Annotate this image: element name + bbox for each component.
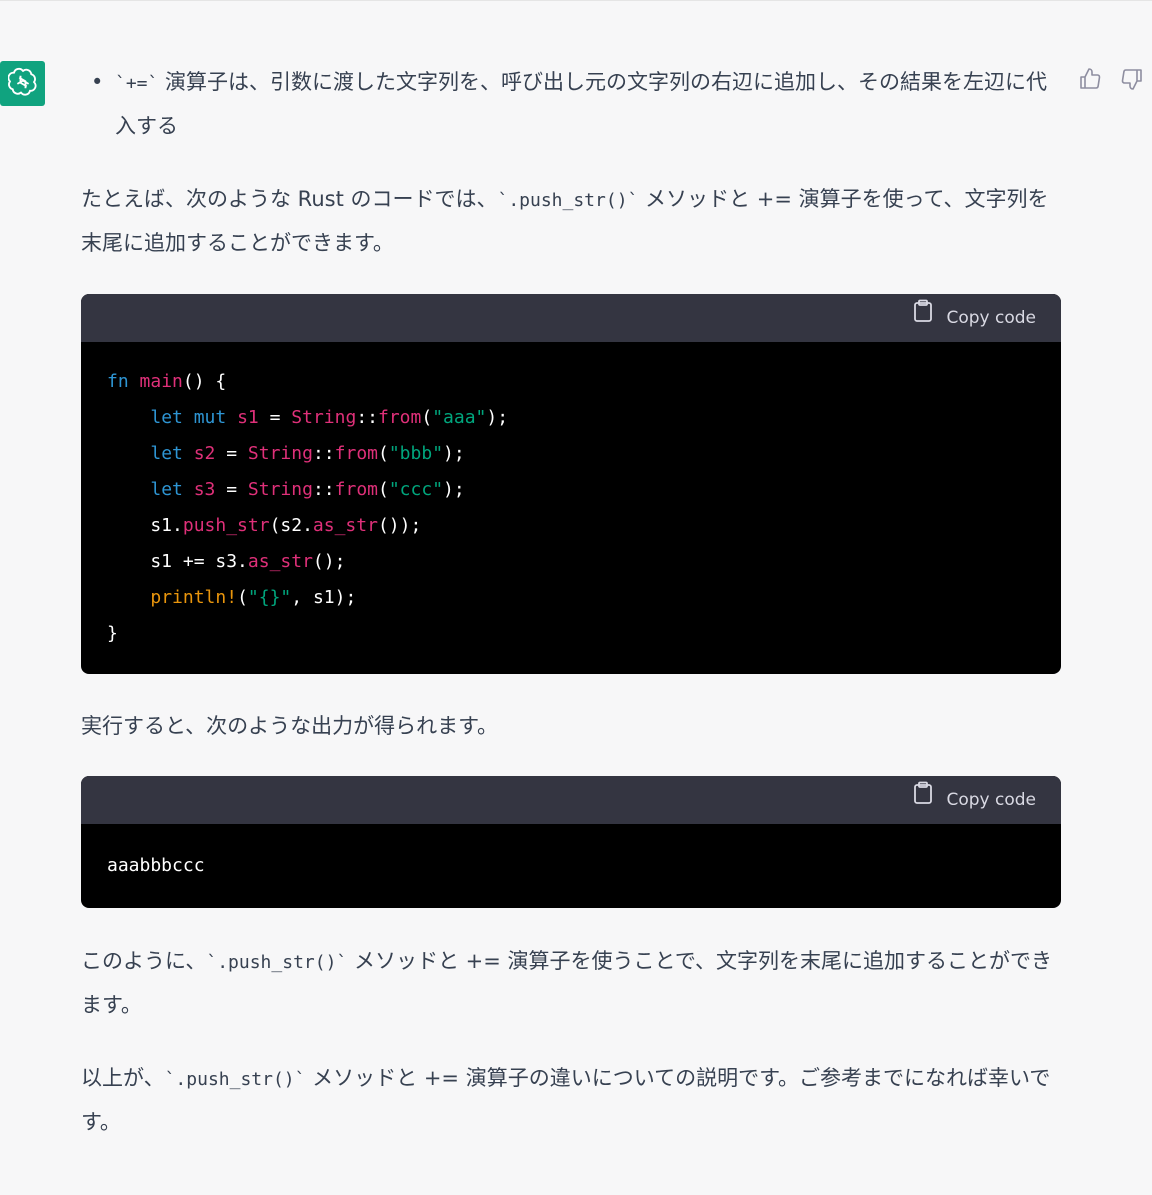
code-token: "bbb" [388, 443, 444, 464]
code-line: let s3 = String::from("ccc"); [107, 472, 1035, 508]
code-block-header: Copy code [81, 294, 1061, 342]
assistant-message: • `+=` 演算子は、引数に渡した文字列を、呼び出し元の文字列の右辺に追加し、… [81, 61, 1061, 1143]
code-line: s1.push_str(s2.as_str()); [107, 508, 1035, 544]
closing-paragraph: 以上が、`.push_str()` メソッドと += 演算子の違いについての説明… [81, 1057, 1061, 1143]
copy-code-label: Copy code [946, 790, 1036, 810]
feedback-buttons [1078, 65, 1144, 93]
code-token: s1 [237, 407, 259, 428]
code-token: String [291, 407, 357, 428]
thumbs-up-icon[interactable] [1078, 65, 1102, 93]
code-token: push_str [182, 515, 270, 536]
code-token: mut [193, 407, 227, 428]
assistant-avatar [0, 61, 45, 106]
list-item: • `+=` 演算子は、引数に渡した文字列を、呼び出し元の文字列の右辺に追加し、… [81, 61, 1061, 147]
intro-text-start: たとえば、次のような Rust のコードでは、 [81, 187, 498, 211]
code-token: = [215, 479, 248, 500]
code-token: (s2. [269, 515, 313, 536]
code-token: "{}" [247, 587, 292, 608]
copy-code-button[interactable]: Copy code [912, 779, 1036, 821]
code-token: ); [443, 479, 465, 500]
code-line: fn main() { [107, 364, 1035, 400]
chat-page: • `+=` 演算子は、引数に渡した文字列を、呼び出し元の文字列の右辺に追加し、… [0, 0, 1152, 1195]
code-token: } [107, 623, 118, 644]
thumbs-down-icon[interactable] [1120, 65, 1144, 93]
clipboard-icon [912, 779, 934, 821]
code-token: println! [150, 587, 238, 608]
inline-code: `.push_str()` [206, 952, 348, 973]
closing-text-start: 以上が、 [81, 1066, 165, 1090]
intro-paragraph: たとえば、次のような Rust のコードでは、`.push_str()` メソッ… [81, 178, 1061, 264]
code-line: let mut s1 = String::from("aaa"); [107, 400, 1035, 436]
copy-code-button[interactable]: Copy code [912, 297, 1036, 339]
code-token: from [378, 407, 422, 428]
inline-code: `+=` [115, 73, 159, 94]
code-token: String [247, 443, 313, 464]
code-token: fn [107, 371, 129, 392]
code-token: from [334, 443, 378, 464]
code-block-header: Copy code [81, 776, 1061, 824]
clipboard-icon [912, 297, 934, 339]
code-token: let [150, 407, 183, 428]
code-token: :: [356, 407, 378, 428]
code-token: () { [182, 371, 227, 392]
code-line: println!("{}", s1); [107, 580, 1035, 616]
code-block-output: Copy code aaabbbccc [81, 776, 1061, 908]
code-token: s1 += s3. [107, 551, 248, 572]
code-output: aaabbbccc [107, 855, 205, 876]
copy-code-label: Copy code [946, 308, 1036, 328]
code-token: s3 [193, 479, 216, 500]
summary-paragraph: このように、`.push_str()` メソッドと += 演算子を使うことで、文… [81, 940, 1061, 1026]
code-token: String [247, 479, 313, 500]
code-content: fn main() { let mut s1 = String::from("a… [81, 342, 1061, 674]
inline-code: `.push_str()` [497, 190, 639, 211]
code-token: "aaa" [432, 407, 487, 428]
code-token: :: [312, 443, 335, 464]
code-token: as_str [247, 551, 313, 572]
code-token: ( [378, 443, 389, 464]
code-token: ()); [377, 515, 422, 536]
code-token: :: [312, 479, 335, 500]
code-token: ( [421, 407, 433, 428]
code-line: let s2 = String::from("bbb"); [107, 436, 1035, 472]
code-block-rust: Copy code fn main() { let mut s1 = Strin… [81, 294, 1061, 674]
code-token: ( [378, 479, 389, 500]
code-token: = [258, 407, 292, 428]
code-token: ); [486, 407, 509, 428]
code-token: = [215, 443, 248, 464]
summary-text-start: このように、 [81, 949, 207, 973]
bullet-marker: • [91, 70, 104, 94]
code-token: "ccc" [388, 479, 444, 500]
code-token: s1. [107, 515, 183, 536]
code-token: as_str [312, 515, 378, 536]
code-token: (); [312, 551, 346, 572]
code-token: let [150, 479, 183, 500]
code-line: s1 += s3.as_str(); [107, 544, 1035, 580]
inline-code: `.push_str()` [164, 1069, 306, 1090]
output-intro-paragraph: 実行すると、次のような出力が得られます。 [81, 714, 499, 738]
code-token: from [334, 479, 378, 500]
code-token: ( [237, 587, 248, 608]
code-line: } [107, 616, 1035, 652]
openai-logo-icon [6, 67, 38, 101]
list-item-text: 演算子は、引数に渡した文字列を、呼び出し元の文字列の右辺に追加し、その結果を左辺… [115, 70, 1048, 138]
code-token: s2 [193, 443, 216, 464]
code-token: let [150, 443, 183, 464]
code-token: main [139, 371, 183, 392]
code-token: ); [443, 443, 465, 464]
code-token: , s1); [291, 587, 357, 608]
